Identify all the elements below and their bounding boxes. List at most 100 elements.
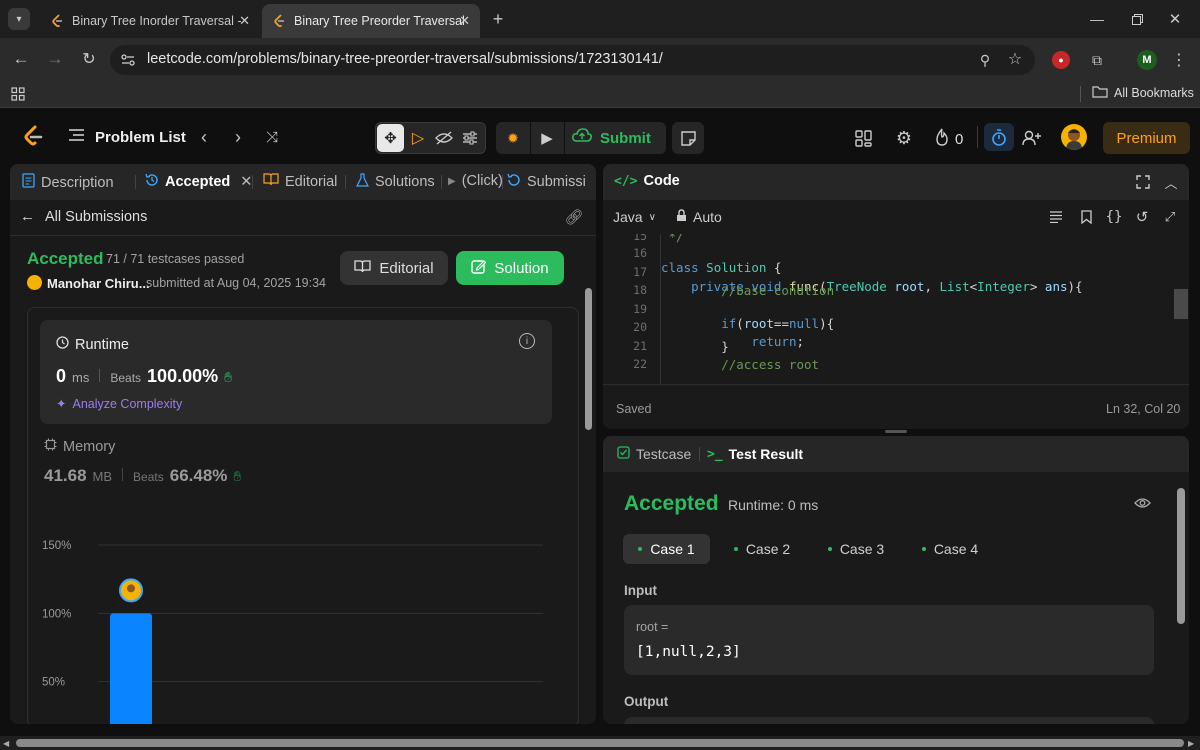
scrollbar-thumb[interactable] (16, 739, 1184, 747)
profile-avatar[interactable]: M (1137, 50, 1157, 70)
close-tab-icon[interactable]: ✕ (240, 174, 252, 190)
close-tab-icon[interactable]: ✕ (459, 13, 470, 29)
browser-tab-preorder[interactable]: Binary Tree Preorder Traversal - ✕ (262, 4, 480, 38)
reset-undo-icon[interactable]: ↺ (1133, 208, 1151, 226)
layout-icon[interactable] (855, 130, 872, 147)
reload-icon[interactable]: ↻ (78, 48, 100, 70)
add-friend-icon[interactable] (1020, 127, 1044, 149)
bookmark-star-icon[interactable]: ☆ (1006, 50, 1024, 68)
address-bar[interactable]: leetcode.com/problems/binary-tree-preord… (110, 45, 1035, 75)
share-link-icon[interactable]: 🔗︎ (564, 208, 584, 226)
bookmark-icon[interactable] (1077, 208, 1095, 226)
scroll-right-arrow-icon[interactable]: ▶ (1188, 739, 1194, 748)
all-submissions-link[interactable]: ← All Submissions (20, 208, 147, 225)
eye-icon[interactable] (1132, 495, 1152, 511)
settings-sliders-icon[interactable] (458, 125, 482, 151)
site-settings-icon[interactable] (120, 52, 136, 68)
play-outline-icon[interactable]: ▷ (406, 125, 430, 151)
new-tab-plus-icon[interactable]: + (487, 8, 509, 30)
format-lines-icon[interactable] (1047, 208, 1065, 226)
prev-problem-chevron-icon[interactable]: ‹ (196, 127, 212, 147)
forward-arrow-icon[interactable]: → (44, 48, 66, 70)
tab-accepted[interactable]: Accepted ✕ (145, 173, 252, 191)
extension-shield-icon[interactable]: ● (1052, 51, 1070, 69)
analyze-complexity-link[interactable]: ✦ Analyze Complexity (56, 396, 182, 412)
back-arrow-icon[interactable]: ← (10, 48, 32, 70)
user-avatar[interactable] (1061, 124, 1087, 150)
chart-bar (110, 613, 152, 724)
left-panel-scrollbar[interactable] (585, 288, 592, 430)
panel-resize-handle[interactable] (885, 430, 907, 433)
premium-button[interactable]: Premium (1103, 122, 1190, 154)
shuffle-icon[interactable]: ⤨ (262, 127, 282, 147)
submitter-name[interactable]: Manohar Chiru... (47, 276, 150, 291)
tab-submissions[interactable]: Submissi (507, 173, 586, 191)
zoom-icon[interactable]: ⚲ (976, 51, 994, 69)
bookmarks-divider (1080, 86, 1081, 102)
all-bookmarks-folder[interactable]: All Bookmarks (1092, 85, 1194, 101)
problem-list-button[interactable]: Problem List (68, 128, 186, 147)
case-3-tab[interactable]: Case 3 (814, 534, 898, 564)
editor-scrollbar[interactable] (1174, 289, 1188, 319)
notes-icon[interactable] (672, 122, 704, 154)
restore-window-icon[interactable] (1125, 8, 1149, 30)
submit-button[interactable]: Submit (572, 128, 651, 148)
close-tab-icon[interactable]: ✕ (239, 13, 250, 29)
submitted-time: submitted at Aug 04, 2025 19:34 (146, 276, 326, 290)
run-play-icon[interactable]: ▶ (536, 127, 558, 149)
lock-icon (676, 209, 687, 225)
tab-editorial[interactable]: Editorial (263, 173, 337, 190)
info-icon[interactable]: i (519, 333, 535, 349)
tab-description[interactable]: Description (22, 173, 114, 192)
line-number: 17 (633, 265, 647, 279)
case-4-tab[interactable]: Case 4 (908, 534, 992, 564)
runtime-title: Runtime (56, 336, 129, 353)
submission-panel: Description Accepted ✕ Editorial Solutio… (10, 164, 596, 724)
flask-icon (356, 173, 369, 191)
move-icon[interactable]: ✥ (377, 124, 404, 152)
debug-bug-icon[interactable]: ✹ (502, 127, 524, 149)
streak-counter[interactable]: 0 (935, 128, 963, 151)
settings-gear-icon[interactable]: ⚙ (893, 127, 915, 149)
case-1-tab[interactable]: Case 1 (623, 534, 710, 564)
tab-solutions[interactable]: Solutions (356, 173, 435, 191)
fullscreen-arrows-icon[interactable]: ⤢ (1161, 208, 1179, 226)
document-icon (22, 173, 35, 192)
close-window-icon[interactable]: ✕ (1163, 8, 1187, 30)
submit-label: Submit (600, 129, 651, 147)
next-problem-chevron-icon[interactable]: › (230, 127, 246, 147)
memory-card[interactable]: Memory 41.68 MB Beats 66.48% ✋︎ (40, 438, 552, 508)
leetcode-logo-icon[interactable] (22, 125, 44, 149)
extensions-puzzle-icon[interactable]: ⧉ (1087, 50, 1107, 70)
hide-eye-icon[interactable] (432, 125, 456, 151)
auto-mode[interactable]: Auto (676, 209, 722, 225)
browser-menu-icon[interactable]: ⋮ (1170, 50, 1188, 70)
tab-click[interactable]: ▶ (Click) (448, 173, 503, 189)
braces-icon[interactable]: {} (1104, 208, 1124, 226)
tab-testcase[interactable]: Testcase (617, 446, 691, 462)
runtime-card[interactable]: Runtime i 0 ms Beats 100.00% ✋︎ ✦ Analyz… (40, 320, 552, 424)
history-icon (145, 173, 159, 191)
line-number: 21 (633, 339, 647, 353)
case-2-tab[interactable]: Case 2 (720, 534, 804, 564)
clapping-hands-icon: ✋︎ (233, 468, 242, 484)
apps-grid-icon[interactable] (11, 87, 25, 101)
code-editor[interactable]: 15 */ 16 class Solution { 17 private voi… (603, 234, 1189, 384)
tab-search-button[interactable]: ▾ (8, 8, 30, 30)
browser-tab-inorder[interactable]: Binary Tree Inorder Traversal - L ✕ (40, 4, 260, 38)
result-panel-scrollbar[interactable] (1177, 488, 1185, 624)
tab-divider (135, 175, 136, 189)
scroll-left-arrow-icon[interactable]: ◀ (3, 739, 9, 748)
all-bookmarks-label: All Bookmarks (1114, 86, 1194, 100)
solution-button[interactable]: Solution (456, 251, 564, 285)
collapse-chevron-icon[interactable]: ︿ (1163, 173, 1179, 191)
memory-title: Memory (44, 438, 115, 455)
minimize-window-icon[interactable]: — (1085, 8, 1109, 30)
timer-stopwatch-icon[interactable] (984, 123, 1014, 151)
editorial-button[interactable]: Editorial (340, 251, 448, 285)
expand-icon[interactable] (1136, 175, 1150, 189)
language-select[interactable]: Java ∨ (613, 209, 656, 225)
user-avatar-small[interactable] (27, 275, 42, 290)
page-horizontal-scrollbar[interactable]: ◀ ▶ (0, 736, 1200, 750)
tab-test-result[interactable]: >_ Test Result (707, 446, 803, 462)
